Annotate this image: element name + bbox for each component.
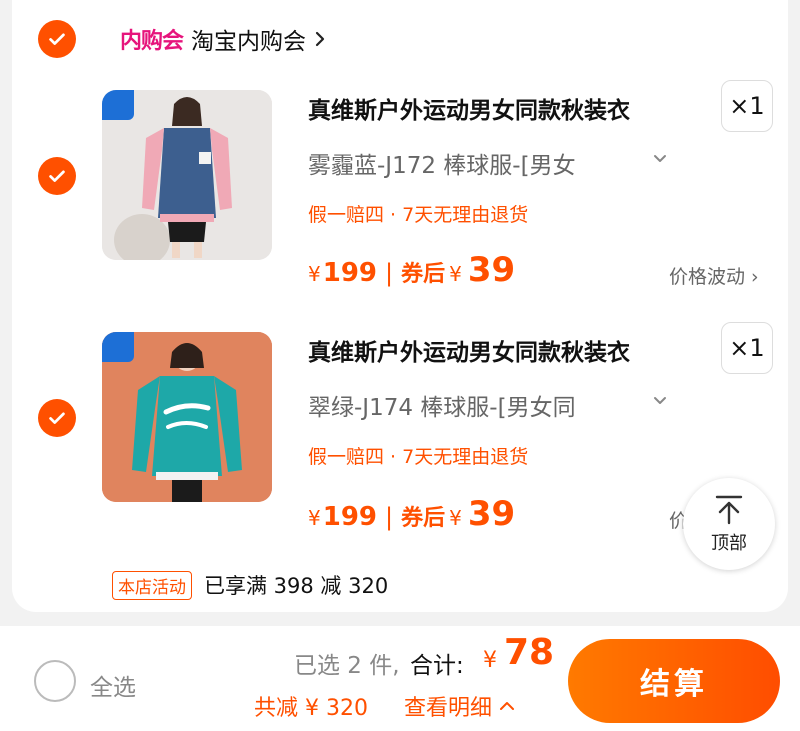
back-to-top-label: 顶部 — [711, 533, 747, 554]
promotion-text: 已享满 398 减 320 — [204, 574, 389, 598]
currency-symbol: ¥ — [308, 506, 321, 530]
select-all-label[interactable]: 全选 — [90, 668, 136, 702]
checkout-button[interactable]: 结算 — [568, 639, 780, 723]
currency-symbol: ¥ — [449, 506, 462, 530]
chevron-up-icon — [500, 702, 515, 710]
brand-tag — [102, 90, 134, 120]
after-coupon-label: 券后 — [401, 262, 446, 287]
item-title[interactable]: 真维斯户外运动男女同款秋装衣 — [308, 91, 630, 125]
check-icon — [49, 412, 65, 424]
item-variant[interactable]: 翠绿-J174 棒球服-[男女同 — [308, 388, 576, 422]
price-divider: | — [385, 503, 394, 531]
shop-name[interactable]: 淘宝内购会 — [191, 22, 306, 56]
back-to-top-button[interactable]: 顶部 — [683, 478, 775, 570]
quantity-button[interactable]: ×1 — [721, 80, 773, 132]
shop-card: 内购会 淘宝内购会 真维斯户外运动男女同款秋装衣 ×1 雾霾蓝-J172 棒球服… — [12, 0, 788, 612]
product-image[interactable] — [102, 90, 272, 260]
brand-tag — [102, 332, 134, 362]
check-icon — [49, 170, 65, 182]
after-coupon-label: 券后 — [401, 506, 446, 531]
price-fluctuation-label: 价格波动 — [669, 266, 746, 288]
chevron-right-icon — [315, 31, 325, 47]
chevron-down-icon[interactable] — [652, 153, 668, 165]
shop-checkbox[interactable] — [38, 20, 76, 58]
price-row: ¥ 199 | 券后 ¥ 39 — [308, 250, 515, 290]
currency-symbol: ¥ — [483, 648, 497, 673]
item-price: 199 — [322, 502, 378, 532]
total-value: 78 — [504, 632, 555, 673]
view-detail-label: 查看明细 — [404, 696, 493, 721]
service-promise: 假一赔四 · 7天无理由退货 — [308, 446, 529, 468]
checkout-bar: 全选 已选 2 件, 合计: ¥ 78 共减 ¥ 320 查看明细 结算 — [0, 626, 800, 731]
price-fluctuation-link[interactable]: 价格波动 › — [669, 262, 759, 289]
shop-header[interactable]: 内购会 淘宝内购会 — [120, 22, 326, 56]
service-promise: 假一赔四 · 7天无理由退货 — [308, 204, 529, 226]
select-all-radio[interactable] — [34, 660, 76, 702]
after-coupon-price: 39 — [467, 494, 516, 534]
currency-symbol: ¥ — [308, 262, 321, 286]
currency-symbol: ¥ — [449, 262, 462, 286]
total-label: 合计: — [410, 653, 464, 679]
check-icon — [49, 33, 65, 45]
item-price: 199 — [322, 258, 378, 288]
selected-count: 已选 2 件, — [294, 653, 400, 679]
chevron-right-icon: › — [745, 266, 759, 288]
item-checkbox[interactable] — [38, 157, 76, 195]
quantity-button[interactable]: ×1 — [721, 322, 773, 374]
after-coupon-price: 39 — [467, 250, 516, 290]
price-divider: | — [385, 259, 394, 287]
chevron-down-icon[interactable] — [652, 395, 668, 407]
price-row: ¥ 199 | 券后 ¥ 39 — [308, 494, 515, 534]
shop-promotion: 本店活动 已享满 398 减 320 — [112, 570, 388, 600]
arrow-up-icon — [715, 495, 743, 525]
shop-logo: 内购会 — [120, 29, 184, 54]
item-variant[interactable]: 雾霾蓝-J172 棒球服-[男女 — [308, 146, 576, 180]
view-detail-link[interactable]: 查看明细 — [404, 690, 516, 722]
item-title[interactable]: 真维斯户外运动男女同款秋装衣 — [308, 333, 630, 367]
product-image[interactable] — [102, 332, 272, 502]
promotion-tag: 本店活动 — [112, 570, 192, 600]
item-checkbox[interactable] — [38, 399, 76, 437]
saved-amount: 共减 ¥ 320 — [254, 696, 368, 721]
